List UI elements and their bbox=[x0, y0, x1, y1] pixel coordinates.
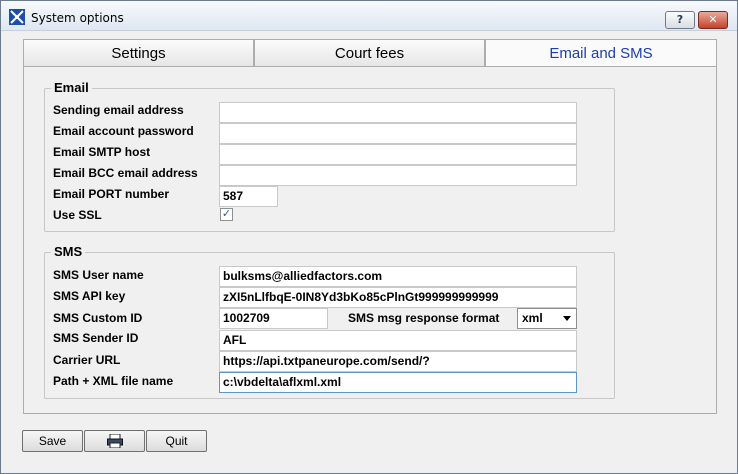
response-format-label: SMS msg response format bbox=[348, 311, 500, 325]
sending-email-label: Sending email address bbox=[53, 103, 184, 117]
tab-strip: Settings Court fees Email and SMS bbox=[23, 39, 717, 66]
port-number-field[interactable]: 587 bbox=[219, 186, 278, 207]
sms-user-name-label: SMS User name bbox=[53, 268, 144, 282]
tab-email-and-sms[interactable]: Email and SMS bbox=[485, 39, 717, 66]
help-button[interactable]: ? bbox=[665, 11, 695, 29]
sms-api-key-field[interactable]: zXI5nLlfbqE-0IN8Yd3bKo85cPlnGt9999999999… bbox=[219, 287, 577, 308]
sms-user-name-field[interactable]: bulksms@alliedfactors.com bbox=[219, 266, 577, 287]
bcc-email-field[interactable] bbox=[219, 165, 577, 186]
chevron-down-icon bbox=[563, 316, 571, 321]
use-ssl-label: Use SSL bbox=[53, 208, 102, 222]
print-button[interactable] bbox=[84, 430, 145, 452]
email-group-legend: Email bbox=[51, 80, 92, 95]
printer-icon bbox=[106, 433, 123, 449]
app-icon bbox=[9, 9, 25, 25]
email-password-field[interactable] bbox=[219, 123, 577, 144]
carrier-url-label: Carrier URL bbox=[53, 353, 121, 367]
port-number-label: Email PORT number bbox=[53, 187, 170, 201]
window-title: System options bbox=[31, 11, 124, 25]
tab-settings[interactable]: Settings bbox=[23, 39, 254, 66]
tab-court-fees[interactable]: Court fees bbox=[254, 39, 485, 66]
sms-group-legend: SMS bbox=[51, 244, 86, 259]
bcc-email-label: Email BCC email address bbox=[53, 166, 198, 180]
sms-custom-id-label: SMS Custom ID bbox=[53, 311, 143, 325]
title-bar: System options ? ✕ bbox=[1, 1, 737, 31]
email-password-label: Email account password bbox=[53, 124, 194, 138]
smtp-host-field[interactable] bbox=[219, 144, 577, 165]
smtp-host-label: Email SMTP host bbox=[53, 145, 151, 159]
use-ssl-checkbox[interactable]: ✓ bbox=[220, 208, 233, 221]
quit-button[interactable]: Quit bbox=[146, 430, 207, 452]
sms-sender-id-field[interactable]: AFL bbox=[219, 330, 577, 351]
xml-path-field[interactable]: c:\vbdelta\aflxml.xml bbox=[219, 372, 577, 393]
carrier-url-field[interactable]: https://api.txtpaneurope.com/send/? bbox=[219, 351, 577, 372]
sms-api-key-label: SMS API key bbox=[53, 289, 126, 303]
sms-sender-id-label: SMS Sender ID bbox=[53, 331, 139, 345]
sending-email-field[interactable] bbox=[219, 102, 577, 123]
system-options-window: System options ? ✕ Settings Court fees E… bbox=[0, 0, 738, 474]
response-format-value: xml bbox=[522, 311, 543, 325]
save-button[interactable]: Save bbox=[22, 430, 83, 452]
response-format-select[interactable]: xml bbox=[517, 308, 577, 329]
sms-custom-id-field[interactable]: 1002709 bbox=[219, 308, 328, 329]
close-button[interactable]: ✕ bbox=[698, 11, 728, 29]
xml-path-label: Path + XML file name bbox=[53, 374, 174, 388]
